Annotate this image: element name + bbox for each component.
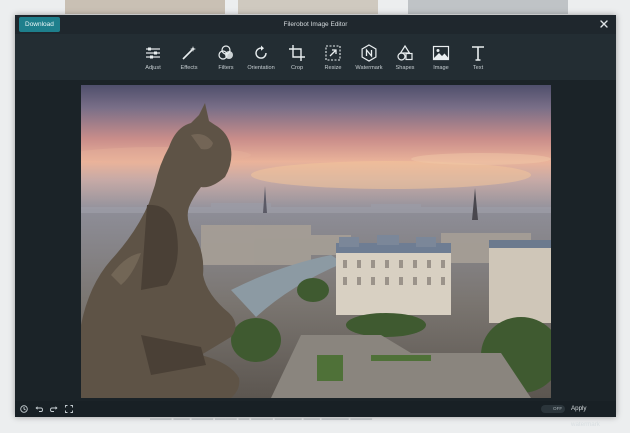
editor-header: Download Filerobot Image Editor <box>15 15 616 34</box>
tool-text[interactable]: Text <box>460 40 496 78</box>
tool-orientation[interactable]: Orientation <box>243 40 279 78</box>
fullscreen-icon[interactable] <box>64 404 74 414</box>
edited-photo[interactable] <box>81 85 551 398</box>
editor-canvas <box>15 80 616 401</box>
apply-watermark-button[interactable]: Apply watermark <box>571 401 616 433</box>
tool-label: Text <box>472 65 484 71</box>
resize-icon <box>325 45 341 61</box>
editor-title: Filerobot Image Editor <box>283 21 348 28</box>
tool-filters[interactable]: Filters <box>208 40 244 78</box>
background-thumbnail <box>408 0 568 14</box>
editor-footer: OFF Apply watermark <box>15 401 616 428</box>
watermark-icon <box>361 44 377 62</box>
circles-icon <box>218 45 233 60</box>
history-icon[interactable] <box>19 404 29 414</box>
image-editor-modal: Download Filerobot Image Editor Adjust E… <box>15 15 616 428</box>
tool-adjust[interactable]: Adjust <box>135 40 171 78</box>
shapes-icon <box>397 44 413 61</box>
close-button[interactable] <box>597 17 611 31</box>
tools-toolbar: Adjust Effects Filters Orientation Crop … <box>15 34 616 80</box>
sliders-icon <box>146 47 160 59</box>
close-icon <box>600 20 608 28</box>
rotate-icon <box>255 45 267 59</box>
tool-crop[interactable]: Crop <box>279 40 315 78</box>
tool-resize[interactable]: Resize <box>315 40 351 78</box>
tool-image[interactable]: Image <box>423 40 459 78</box>
image-icon <box>432 45 450 61</box>
tool-shapes[interactable]: Shapes <box>387 40 423 78</box>
tool-watermark[interactable]: Watermark <box>351 40 387 78</box>
redo-icon[interactable] <box>49 404 59 414</box>
text-icon <box>472 46 484 61</box>
magic-wand-icon <box>182 46 196 60</box>
background-thumbnail <box>238 0 378 14</box>
toggle-state: OFF <box>553 406 563 411</box>
background-thumbnail <box>65 0 225 14</box>
tool-effects[interactable]: Effects <box>171 40 207 78</box>
crop-icon <box>289 45 305 61</box>
watermark-toggle[interactable]: OFF <box>541 405 565 413</box>
undo-icon[interactable] <box>34 404 44 414</box>
